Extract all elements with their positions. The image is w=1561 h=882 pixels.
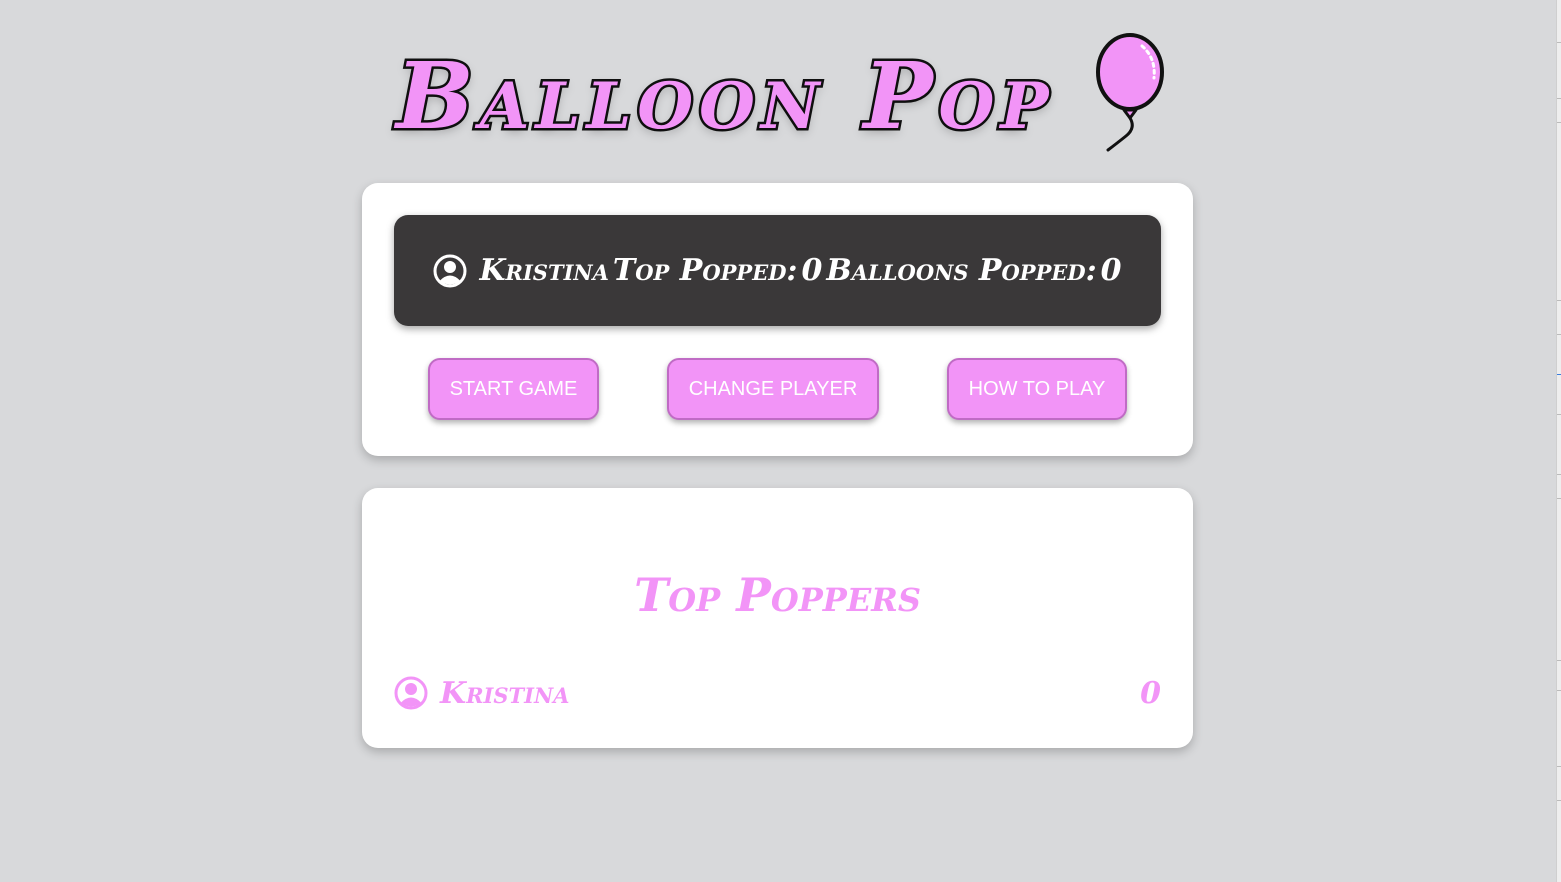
start-game-button[interactable]: START GAME bbox=[428, 358, 599, 420]
player-stats-bar: Kristina Top Popped: 0 Balloons Popped: … bbox=[394, 215, 1161, 326]
browser-edge bbox=[1556, 0, 1561, 882]
app-title: Balloon Pop bbox=[394, 42, 1055, 150]
player-panel: Kristina Top Popped: 0 Balloons Popped: … bbox=[362, 183, 1193, 456]
page: Balloon Pop Kristina Top Popped: 0 Ballo… bbox=[0, 0, 1561, 882]
user-circle-icon bbox=[433, 254, 467, 287]
app-header: Balloon Pop bbox=[390, 30, 1180, 160]
leader-name: Kristina bbox=[440, 675, 570, 711]
leader-score: 0 bbox=[1140, 675, 1161, 711]
leaderboard-title: Top Poppers bbox=[634, 568, 921, 622]
top-popped-label: Top Popped: bbox=[612, 253, 798, 288]
balloon-icon bbox=[1096, 33, 1164, 152]
how-to-play-button[interactable]: HOW TO PLAY bbox=[947, 358, 1127, 420]
balloons-popped-value: 0 bbox=[1100, 253, 1122, 288]
balloons-popped-label: Balloons Popped: bbox=[826, 253, 1097, 288]
leaderboard-panel: Top Poppers Kristina 0 bbox=[362, 488, 1193, 748]
list-item: Kristina 0 bbox=[394, 674, 1161, 712]
player-name: Kristina bbox=[479, 253, 609, 288]
top-popped-value: 0 bbox=[801, 253, 823, 288]
user-circle-icon bbox=[394, 676, 428, 710]
change-player-button[interactable]: CHANGE PLAYER bbox=[667, 358, 879, 420]
